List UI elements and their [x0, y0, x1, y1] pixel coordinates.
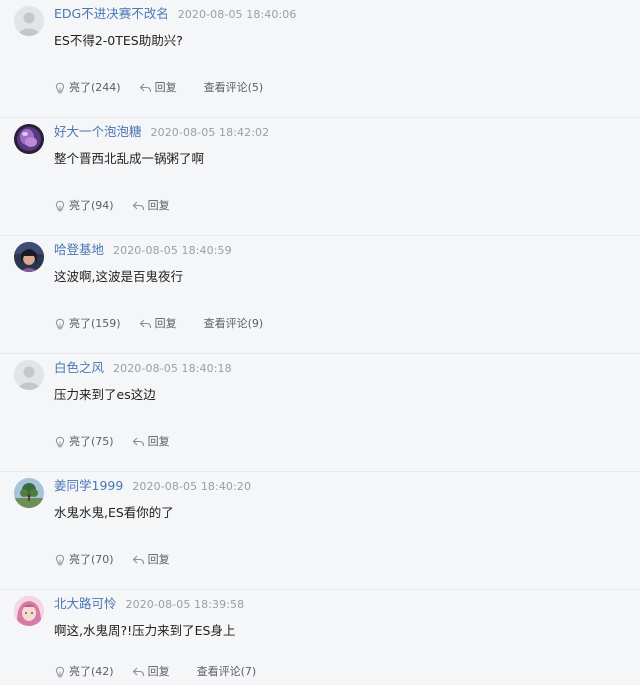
- username-link[interactable]: 哈登基地: [54, 242, 104, 257]
- comment-actions: 亮了(244) 回复 查看评论(5): [54, 81, 263, 95]
- lightbulb-icon: [55, 200, 65, 211]
- tree-landscape-avatar[interactable]: [14, 478, 44, 508]
- view-replies-label: 查看评论(5): [203, 81, 264, 94]
- comment-header: EDG不进决赛不改名 2020-08-05 18:40:06: [54, 6, 296, 23]
- comment-item: 姜同学1999 2020-08-05 18:40:20 水鬼水鬼,ES看你的了 亮…: [0, 472, 640, 590]
- comment-header: 好大一个泡泡糖 2020-08-05 18:42:02: [54, 124, 269, 141]
- reply-button[interactable]: 回复: [132, 435, 170, 449]
- comment-timestamp: 2020-08-05 18:40:18: [113, 362, 232, 375]
- comment-actions: 亮了(94) 回复: [54, 199, 170, 213]
- comment-timestamp: 2020-08-05 18:42:02: [150, 126, 270, 139]
- comment-header: 姜同学1999 2020-08-05 18:40:20: [54, 478, 251, 495]
- like-count: 亮了(244): [69, 81, 121, 94]
- like-button[interactable]: 亮了(159): [54, 317, 121, 331]
- comment-text: 压力来到了es这边: [54, 387, 156, 402]
- lightbulb-icon: [55, 436, 65, 447]
- comment-actions: 亮了(159) 回复 查看评论(9): [54, 317, 263, 331]
- like-button[interactable]: 亮了(244): [54, 81, 121, 95]
- reply-label: 回复: [147, 553, 170, 566]
- reply-label: 回复: [147, 665, 170, 678]
- like-button[interactable]: 亮了(94): [54, 199, 114, 213]
- view-replies-label: 查看评论(9): [203, 317, 264, 330]
- like-count: 亮了(70): [69, 553, 114, 566]
- username-link[interactable]: 北大路可怜: [54, 596, 117, 611]
- like-count: 亮了(42): [69, 665, 114, 678]
- comment-text: 水鬼水鬼,ES看你的了: [54, 505, 174, 520]
- character-avatar[interactable]: [14, 242, 44, 272]
- comment-header: 哈登基地 2020-08-05 18:40:59: [54, 242, 232, 259]
- comment-header: 白色之风 2020-08-05 18:40:18: [54, 360, 232, 377]
- view-replies-button[interactable]: 查看评论(7): [197, 665, 257, 679]
- default-avatar-icon[interactable]: [14, 360, 44, 390]
- pink-anime-avatar[interactable]: [14, 596, 44, 626]
- reply-arrow-icon: [139, 83, 151, 92]
- like-button[interactable]: 亮了(70): [54, 553, 114, 567]
- purple-character-avatar[interactable]: [14, 124, 44, 154]
- reply-label: 回复: [147, 199, 170, 212]
- comment-item: 哈登基地 2020-08-05 18:40:59 这波啊,这波是百鬼夜行 亮了(1…: [0, 236, 640, 354]
- comment-header: 北大路可怜 2020-08-05 18:39:58: [54, 596, 244, 613]
- comment-text: 这波啊,这波是百鬼夜行: [54, 269, 183, 284]
- comment-actions: 亮了(70) 回复: [54, 553, 170, 567]
- reply-arrow-icon: [132, 201, 144, 210]
- comment-actions: 亮了(75) 回复: [54, 435, 170, 449]
- username-link[interactable]: 姜同学1999: [54, 478, 123, 493]
- comment-timestamp: 2020-08-05 18:40:06: [177, 8, 297, 21]
- lightbulb-icon: [55, 554, 65, 565]
- lightbulb-icon: [55, 318, 65, 329]
- reply-button[interactable]: 回复: [139, 317, 177, 331]
- reply-label: 回复: [147, 435, 170, 448]
- comment-item: 白色之风 2020-08-05 18:40:18 压力来到了es这边 亮了(75)…: [0, 354, 640, 472]
- comment-text: 啊这,水鬼周?!压力来到了ES身上: [54, 623, 236, 638]
- comment-actions: 亮了(42) 回复 查看评论(7): [54, 665, 256, 679]
- reply-label: 回复: [154, 317, 177, 330]
- comment-text: 整个晋西北乱成一锅粥了啊: [54, 151, 205, 166]
- reply-arrow-icon: [132, 437, 144, 446]
- view-replies-label: 查看评论(7): [196, 665, 257, 678]
- reply-arrow-icon: [132, 667, 144, 676]
- reply-button[interactable]: 回复: [132, 553, 170, 567]
- view-replies-button[interactable]: 查看评论(5): [204, 81, 264, 95]
- reply-arrow-icon: [139, 319, 151, 328]
- comment-item: 北大路可怜 2020-08-05 18:39:58 啊这,水鬼周?!压力来到了ES…: [0, 590, 640, 685]
- username-link[interactable]: EDG不进决赛不改名: [54, 6, 169, 21]
- lightbulb-icon: [55, 82, 65, 93]
- like-button[interactable]: 亮了(75): [54, 435, 114, 449]
- like-count: 亮了(159): [69, 317, 121, 330]
- like-count: 亮了(75): [69, 435, 114, 448]
- reply-button[interactable]: 回复: [139, 81, 177, 95]
- comment-timestamp: 2020-08-05 18:40:59: [113, 244, 232, 257]
- comment-list: EDG不进决赛不改名 2020-08-05 18:40:06 ES不得2-0TES…: [0, 0, 640, 685]
- comment-timestamp: 2020-08-05 18:39:58: [125, 598, 245, 611]
- comment-text: ES不得2-0TES助助兴?: [54, 33, 183, 48]
- like-button[interactable]: 亮了(42): [54, 665, 114, 679]
- view-replies-button[interactable]: 查看评论(9): [204, 317, 264, 331]
- reply-arrow-icon: [132, 555, 144, 564]
- comment-item: EDG不进决赛不改名 2020-08-05 18:40:06 ES不得2-0TES…: [0, 0, 640, 118]
- comment-timestamp: 2020-08-05 18:40:20: [132, 480, 252, 493]
- lightbulb-icon: [55, 666, 65, 677]
- reply-button[interactable]: 回复: [132, 199, 170, 213]
- like-count: 亮了(94): [69, 199, 114, 212]
- reply-button[interactable]: 回复: [132, 665, 170, 679]
- username-link[interactable]: 白色之风: [54, 360, 104, 375]
- username-link[interactable]: 好大一个泡泡糖: [54, 124, 142, 139]
- reply-label: 回复: [154, 81, 177, 94]
- comment-item: 好大一个泡泡糖 2020-08-05 18:42:02 整个晋西北乱成一锅粥了啊 …: [0, 118, 640, 236]
- default-avatar-icon[interactable]: [14, 6, 44, 36]
